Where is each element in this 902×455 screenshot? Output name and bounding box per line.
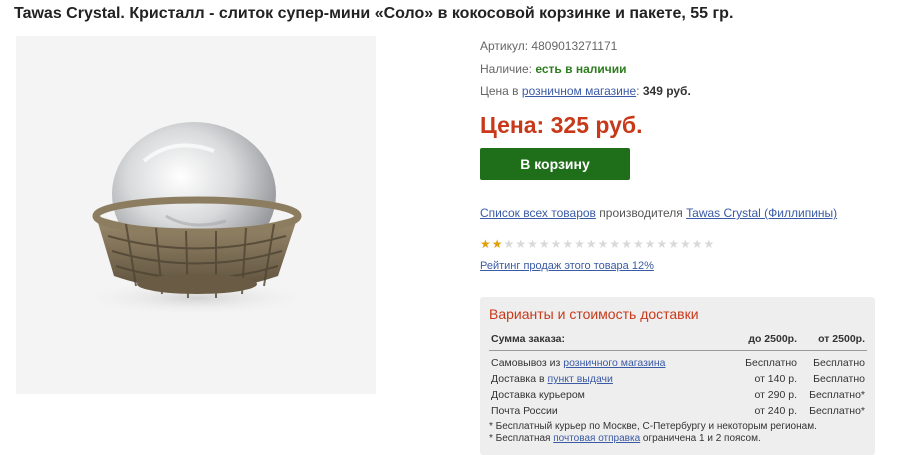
star-empty-icon: ★ [562, 237, 574, 251]
table-row: Доставка в пункт выдачи от 140 р. Беспла… [489, 371, 867, 387]
manufacturer-row: Список всех товаров производителя Tawas … [480, 206, 837, 220]
star-empty-icon: ★ [703, 237, 715, 251]
post-shipping-link[interactable]: почтовая отправка [553, 433, 640, 444]
star-filled-icon: ★ [491, 237, 503, 251]
delivery-header-row: Сумма заказа: до 2500р. от 2500р. [489, 331, 867, 351]
star-empty-icon: ★ [527, 237, 538, 251]
up-to-2500-header: до 2500р. [723, 331, 799, 351]
star-empty-icon: ★ [503, 237, 515, 251]
star-empty-icon: ★ [668, 237, 680, 251]
star-empty-icon: ★ [680, 237, 691, 251]
product-title: Tawas Crystal. Кристалл - слиток супер-м… [14, 5, 734, 22]
delivery-panel: Варианты и стоимость доставки Сумма зака… [480, 297, 875, 455]
post-note-prefix: * Бесплатная [489, 433, 551, 444]
delivery-method: Самовывоз из розничного магазина [489, 351, 723, 372]
retail-store-link[interactable]: розничном магазине [522, 84, 636, 98]
manufacturer-link[interactable]: Tawas Crystal (Филлипины) [686, 206, 837, 220]
delivery-method: Доставка в пункт выдачи [489, 371, 723, 387]
product-price: Цена: 325 руб. [480, 112, 643, 138]
price-up-to-2500: Бесплатно [745, 357, 797, 369]
order-sum-header: Сумма заказа: [489, 331, 723, 351]
star-empty-icon: ★ [585, 237, 597, 251]
price-up-to-2500: от 290 р. [754, 389, 797, 401]
star-empty-icon: ★ [550, 237, 562, 251]
article-value: 4809013271171 [531, 39, 618, 53]
courier-note: * Бесплатный курьер по Москве, С-Петербу… [489, 421, 817, 432]
availability-label: Наличие: [480, 62, 533, 76]
crystal-in-basket-image [16, 36, 376, 394]
all-products-link[interactable]: Список всех товаров [480, 206, 596, 220]
rating-stars: ★ ★ ★ ★ ★ ★ ★ ★ ★ ★ ★ ★ ★ ★ ★ ★ ★ ★ ★ ★ [480, 238, 714, 250]
price-up-to-2500: от 140 р. [754, 373, 797, 385]
availability-row: Наличие: есть в наличии [480, 62, 627, 76]
star-filled-icon: ★ [480, 237, 491, 251]
star-empty-icon: ★ [515, 237, 527, 251]
star-empty-icon: ★ [656, 237, 668, 251]
delivery-method: Почта России [491, 405, 558, 417]
sales-rating-link[interactable]: Рейтинг продаж этого товара 12% [480, 260, 654, 272]
star-empty-icon: ★ [691, 237, 703, 251]
price-from-2500: Бесплатно* [809, 405, 865, 417]
post-note: * Бесплатная почтовая отправка ограничен… [489, 433, 817, 445]
delivery-method: Доставка курьером [491, 389, 585, 401]
star-empty-icon: ★ [609, 237, 621, 251]
table-row: Почта России от 240 р. Бесплатно* [489, 403, 867, 419]
post-note-suffix: ограничена 1 и 2 поясом. [642, 433, 761, 444]
retail-price-colon: : [636, 84, 640, 98]
retail-price-row: Цена в розничном магазине: 349 руб. [480, 84, 691, 98]
price-from-2500: Бесплатно [813, 357, 865, 369]
star-empty-icon: ★ [538, 237, 550, 251]
price-from-2500: Бесплатно [813, 373, 865, 385]
retail-price-value: 349 руб. [642, 84, 691, 98]
delivery-notes: * Бесплатный курьер по Москве, С-Петербу… [489, 421, 817, 445]
star-empty-icon: ★ [621, 237, 632, 251]
from-2500-header: от 2500р. [799, 331, 867, 351]
table-row: Доставка курьером от 290 р. Бесплатно* [489, 387, 867, 403]
add-to-cart-button[interactable]: В корзину [480, 148, 630, 180]
retail-price-prefix: Цена в [480, 84, 519, 98]
star-empty-icon: ★ [574, 237, 585, 251]
retail-store-link[interactable]: розничного магазина [563, 357, 665, 369]
star-empty-icon: ★ [644, 237, 656, 251]
price-from-2500: Бесплатно* [809, 389, 865, 401]
manufacturer-text: производителя [599, 206, 683, 220]
delivery-title: Варианты и стоимость доставки [489, 306, 699, 322]
delivery-table: Сумма заказа: до 2500р. от 2500р. Самовы… [489, 331, 867, 419]
table-row: Самовывоз из розничного магазина Бесплат… [489, 351, 867, 372]
pickup-point-link[interactable]: пункт выдачи [548, 373, 613, 385]
availability-value: есть в наличии [535, 62, 627, 76]
delivery-method-label: Самовывоз из [491, 357, 561, 369]
star-empty-icon: ★ [632, 237, 644, 251]
product-photo[interactable] [16, 36, 376, 394]
price-up-to-2500: от 240 р. [754, 405, 797, 417]
star-empty-icon: ★ [597, 237, 609, 251]
article-label: Артикул: [480, 39, 529, 53]
article-row: Артикул: 4809013271171 [480, 39, 617, 53]
delivery-method-label: Доставка в [491, 373, 545, 385]
